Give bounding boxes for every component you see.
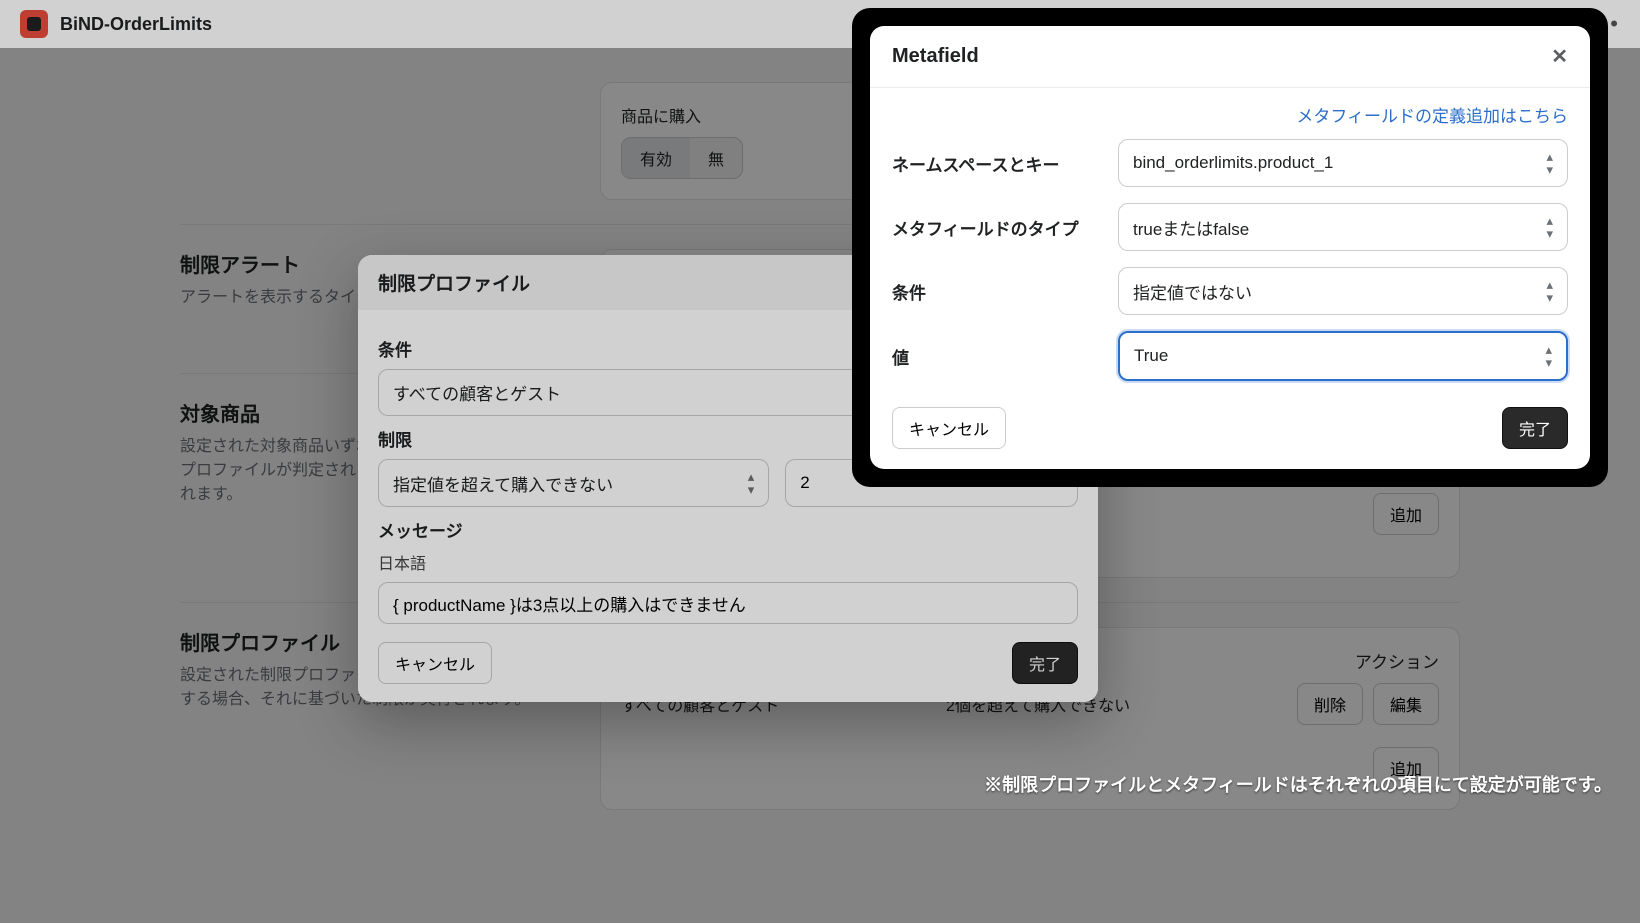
footnote: ※制限プロファイルとメタフィールドはそれぞれの項目にて設定が可能です。 — [984, 771, 1612, 797]
chevron-updown-icon: ▴▾ — [1546, 150, 1553, 176]
modal2-cancel-button[interactable]: キャンセル — [892, 407, 1006, 449]
namespace-value: bind_orderlimits.product_1 — [1133, 153, 1333, 173]
chevron-updown-icon: ▴▾ — [1545, 343, 1552, 369]
chevron-updown-icon: ▴▾ — [1546, 214, 1553, 240]
value-label: 値 — [892, 344, 1102, 369]
condition-value: 指定値ではない — [1133, 279, 1252, 304]
type-value: trueまたはfalse — [1133, 215, 1249, 240]
close-icon[interactable]: ✕ — [1551, 44, 1568, 69]
type-select[interactable]: trueまたはfalse ▴▾ — [1118, 203, 1568, 251]
metafield-definition-link[interactable]: メタフィールドの定義追加はこちら — [1296, 107, 1568, 126]
namespace-select[interactable]: bind_orderlimits.product_1 ▴▾ — [1118, 139, 1568, 187]
value-value: True — [1134, 346, 1168, 366]
chevron-updown-icon: ▴▾ — [1546, 278, 1553, 304]
condition-label: 条件 — [892, 279, 1102, 304]
value-select[interactable]: True ▴▾ — [1118, 331, 1568, 381]
type-label: メタフィールドのタイプ — [892, 215, 1102, 240]
namespace-label: ネームスペースとキー — [892, 151, 1102, 176]
modal2-title: Metafield — [892, 45, 979, 68]
condition-select[interactable]: 指定値ではない ▴▾ — [1118, 267, 1568, 315]
modal2-done-button[interactable]: 完了 — [1502, 407, 1568, 449]
metafield-modal-wrapper: Metafield ✕ メタフィールドの定義追加はこちら ネームスペースとキー … — [852, 8, 1608, 487]
